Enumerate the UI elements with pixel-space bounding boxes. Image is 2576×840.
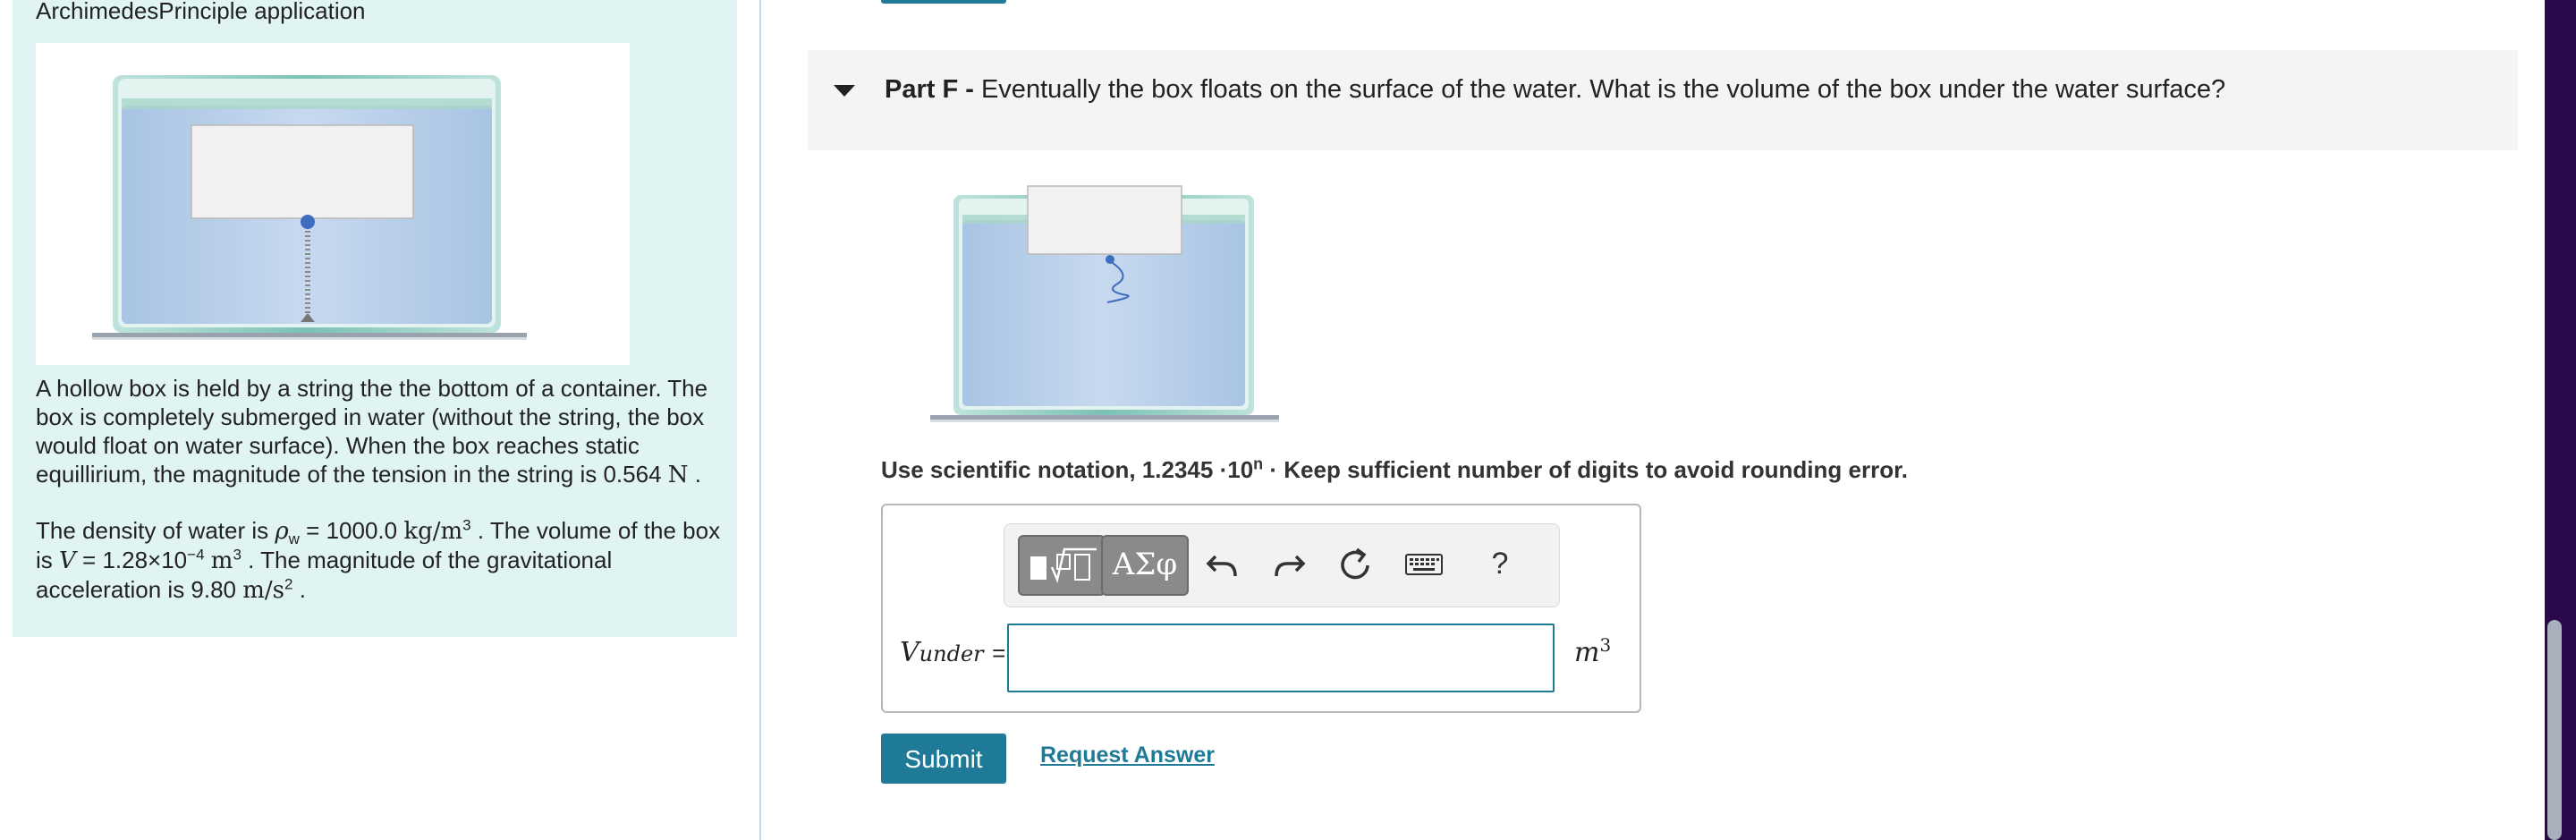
volume-unit: m [210, 547, 233, 574]
keyboard-icon[interactable] [1402, 544, 1446, 583]
instructions-post: · Keep sufficient number of digits to av… [1269, 456, 1908, 483]
problem-description: A hollow box is held by a string the the… [36, 374, 724, 632]
rho-subscript: w [288, 530, 300, 548]
period: . [299, 576, 306, 603]
equals-sign: = [992, 640, 1006, 666]
answer-variable-subscript: under [919, 641, 984, 666]
redo-icon[interactable] [1269, 544, 1309, 583]
rho-symbol: ρ [275, 518, 289, 545]
density-unit-exponent: 3 [462, 516, 471, 534]
request-answer-link[interactable]: Request Answer [1040, 742, 1215, 768]
density-unit: kg/m [403, 518, 463, 545]
instructions-exponent: n [1253, 454, 1264, 473]
problem-title: ArchimedesPrinciple application [36, 0, 366, 24]
answer-variable-label: Vunder = [900, 637, 1005, 668]
volume-unit-exponent: 3 [233, 546, 242, 564]
answer-input[interactable] [1007, 624, 1555, 692]
problem-paragraph-tension: A hollow box is held by a string the the… [36, 374, 724, 489]
volume-exponent: −4 [187, 546, 205, 564]
floating-box-figure [927, 179, 1284, 434]
answer-unit: m3 [1574, 634, 1612, 668]
unit-exponent: 3 [1599, 634, 1612, 656]
panel-divider [759, 0, 761, 840]
symbols-button[interactable]: ΑΣφ [1101, 535, 1189, 596]
tension-text: A hollow box is held by a string the the… [36, 375, 708, 488]
part-question-text: Eventually the box floats on the surface… [980, 75, 2226, 104]
instructions: Use scientific notation, 1.2345 ·10n · K… [881, 454, 1908, 484]
density-text: The density of water is [36, 517, 269, 544]
sqrt-template-icon [1030, 547, 1097, 583]
volume-symbol: V [59, 547, 76, 574]
templates-button[interactable] [1018, 535, 1106, 596]
help-button[interactable]: ? [1480, 544, 1520, 583]
collapse-caret-icon[interactable] [834, 85, 855, 97]
volume-value: = 1.28×10 [82, 547, 188, 573]
density-value: = 1000.0 [306, 517, 398, 544]
submit-button[interactable]: Submit [881, 734, 1006, 784]
undo-icon[interactable] [1203, 544, 1242, 583]
container-illustration [92, 75, 527, 340]
math-toolbar: ΑΣφ ? [1004, 523, 1560, 607]
instructions-pre: Use scientific notation, 1.2345 ·10 [881, 456, 1254, 483]
problem-paragraph-givens: The density of water is ρw = 1000.0 kg/m… [36, 516, 724, 605]
answer-variable: V [900, 637, 919, 668]
part-label: Part F - [885, 75, 974, 104]
part-f-question: Part F - Eventually the box floats on th… [885, 75, 2225, 105]
period: . [694, 461, 701, 488]
gravity-unit-exponent: 2 [284, 575, 293, 593]
gravity-unit: m/s [242, 577, 285, 604]
reset-icon[interactable] [1335, 544, 1375, 583]
floating-container-illustration [930, 185, 1279, 422]
problem-panel: ArchimedesPrinciple application A hollow… [0, 0, 760, 840]
newton-unit: N [667, 462, 689, 488]
previous-submit-button-edge[interactable] [881, 0, 1006, 4]
submerged-box-figure [36, 43, 630, 365]
scrollbar-thumb[interactable] [2547, 620, 2562, 840]
unit-symbol: m [1574, 637, 1600, 668]
